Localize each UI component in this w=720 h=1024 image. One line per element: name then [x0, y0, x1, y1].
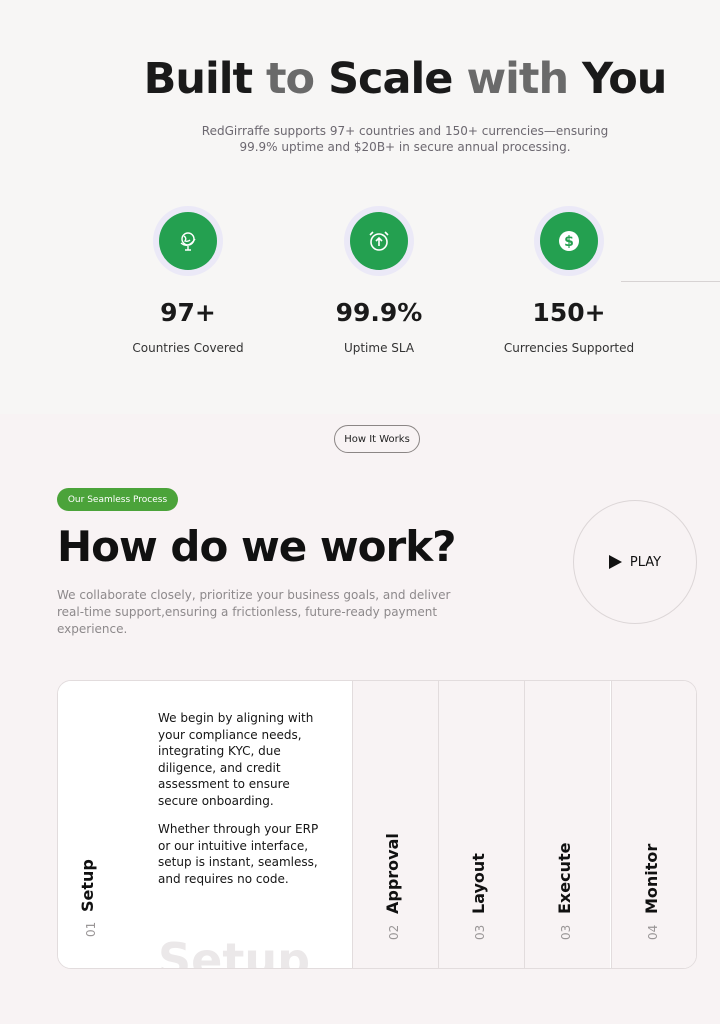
step-number: 01	[84, 921, 98, 937]
step-ghost-text: Setup	[158, 933, 310, 969]
how-it-works-pill[interactable]: How It Works	[334, 425, 420, 453]
stat-value: 99.9%	[335, 298, 423, 327]
alarm-clock-icon	[350, 212, 408, 270]
play-label: PLAY	[629, 554, 662, 570]
play-icon	[608, 555, 622, 569]
svg-text:$: $	[564, 234, 574, 250]
step-tab-name: Monitor	[642, 843, 661, 914]
hero-subtitle: RedGirraffe supports 97+ countries and 1…	[201, 124, 609, 154]
process-steps: Setup 01 We begin by aligning with your …	[57, 680, 697, 969]
hero-title-part: to	[252, 54, 329, 104]
stat-value: 97+	[160, 298, 216, 327]
step-name: Setup	[78, 859, 97, 912]
stat-icon-ring	[344, 206, 414, 276]
step-tab-name: Approval	[383, 833, 402, 914]
stat-countries: 97+ Countries Covered	[98, 206, 278, 355]
section-description: We collaborate closely, prioritize your …	[57, 588, 451, 636]
step-panel-active: Setup 01 We begin by aligning with your …	[58, 681, 352, 969]
hero-title-part: You	[582, 54, 667, 104]
stat-label: Currencies Supported	[503, 341, 635, 355]
stat-uptime: 99.9% Uptime SLA	[289, 206, 469, 355]
stat-icon-ring: $	[534, 206, 604, 276]
step-paragraph: We begin by aligning with your complianc…	[158, 711, 314, 808]
step-tab-layout[interactable]: Layout 03	[438, 681, 524, 968]
divider	[621, 281, 720, 282]
stat-label: Uptime SLA	[343, 341, 415, 355]
step-tab-number: 02	[387, 924, 401, 940]
step-tab-name: Execute	[555, 842, 574, 914]
process-badge: Our Seamless Process	[57, 488, 178, 511]
hero-title-part: Scale	[328, 54, 453, 104]
step-tab-number: 03	[473, 924, 487, 940]
step-tab-monitor[interactable]: Monitor 04	[611, 681, 696, 968]
dollar-icon: $	[540, 212, 598, 270]
stat-label: Countries Covered	[132, 341, 244, 355]
globe-icon	[159, 212, 217, 270]
hero-title: Built to Scale with You	[0, 54, 720, 104]
stat-value: 150+	[532, 298, 606, 327]
step-tab-execute[interactable]: Execute 03	[524, 681, 610, 968]
step-paragraph: Whether through your ERP or our intuitiv…	[158, 822, 319, 886]
section-title: How do we work?	[57, 522, 457, 571]
hero-title-part: with	[452, 54, 583, 104]
stat-icon-ring	[153, 206, 223, 276]
step-tab-number: 04	[646, 924, 660, 940]
step-tab-name: Layout	[469, 853, 488, 914]
hero-title-part: Built	[143, 54, 253, 104]
play-button[interactable]: PLAY	[573, 500, 697, 624]
step-tab-number: 03	[559, 924, 573, 940]
step-tab-approval[interactable]: Approval 02	[352, 681, 438, 968]
